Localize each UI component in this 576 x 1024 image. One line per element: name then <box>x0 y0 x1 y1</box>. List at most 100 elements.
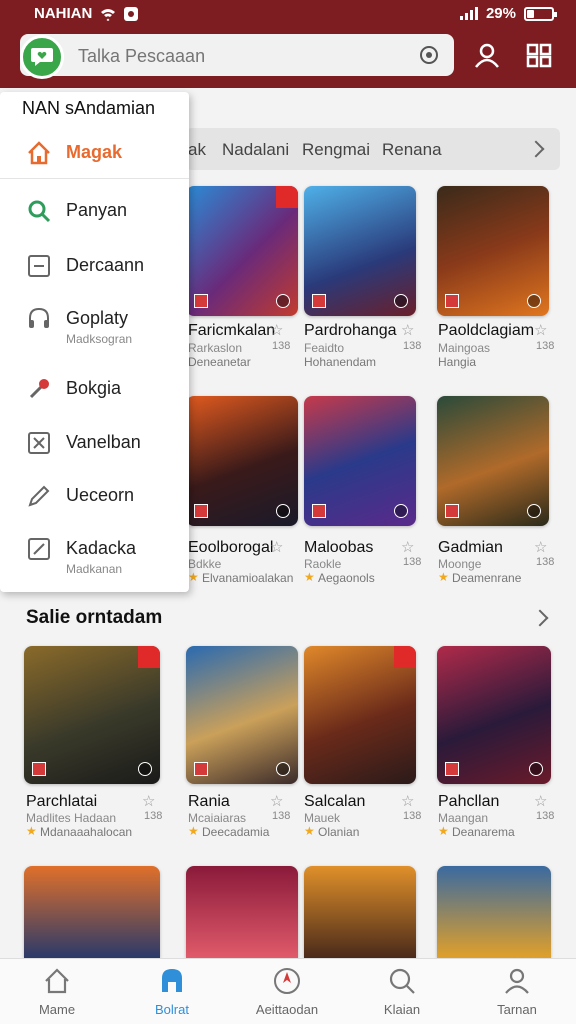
game-subtitle: Rarkaslon <box>188 341 243 355</box>
game-card-10[interactable] <box>437 646 551 784</box>
game-title[interactable]: Maloobas <box>304 539 373 557</box>
wifi-icon <box>101 8 116 21</box>
rating-star-icon: ★ <box>304 570 315 584</box>
drawer-item-vanelban[interactable]: Vanelban <box>22 430 182 476</box>
star-icon[interactable]: ☆ <box>534 538 547 556</box>
nav-tarnan[interactable]: Tarnan <box>462 966 572 1017</box>
game-subtitle: Moonge <box>438 557 482 571</box>
headset-icon <box>29 307 49 328</box>
tab-4[interactable]: Renana <box>382 140 442 160</box>
drawer-item-label: Ueceorn <box>66 485 135 505</box>
game-title[interactable]: Pardrohanga <box>304 322 397 340</box>
star-icon[interactable]: ☆ <box>142 792 155 810</box>
game-meta: Elvanamioalakan <box>202 571 294 585</box>
status-left-text: NAHIAN <box>34 5 93 22</box>
game-count: 138 <box>144 810 163 822</box>
section-chevron-right-icon[interactable] <box>531 609 549 627</box>
tab-3[interactable]: Rengmai <box>302 140 370 160</box>
game-card-13[interactable] <box>304 866 416 958</box>
game-meta: Aegaonols <box>318 571 375 585</box>
drawer-item-sub: Madkanan <box>66 562 123 576</box>
nav-klaian[interactable]: Klaian <box>347 966 457 1017</box>
game-title[interactable]: Faricmkalan <box>188 322 275 340</box>
game-card-2[interactable] <box>304 186 416 316</box>
home-icon <box>45 968 69 994</box>
pin-icon <box>29 379 49 399</box>
drawer-header: NAN sAndamian <box>22 98 156 118</box>
game-count: 138 <box>536 810 555 822</box>
game-card-14[interactable] <box>437 866 551 958</box>
edit-box-icon <box>28 538 50 560</box>
game-count: 138 <box>403 810 422 822</box>
game-meta: Deecadamia <box>202 825 270 839</box>
game-title[interactable]: Eoolborogal <box>188 539 273 557</box>
tab-1[interactable]: ak <box>188 140 206 160</box>
star-icon[interactable]: ☆ <box>534 792 547 810</box>
star-icon[interactable]: ☆ <box>270 321 283 339</box>
game-title[interactable]: Gadmian <box>438 539 503 557</box>
game-card-9[interactable] <box>304 646 416 784</box>
drawer-item-label: Bokgia <box>66 378 122 398</box>
rating-star-icon: ★ <box>26 824 37 838</box>
star-icon[interactable]: ☆ <box>401 538 414 556</box>
game-card-8[interactable] <box>186 646 298 784</box>
game-subtitle: Maingoas <box>438 341 491 355</box>
game-card-7[interactable] <box>24 646 160 784</box>
game-card-12[interactable] <box>186 866 298 958</box>
game-count: 138 <box>536 556 555 568</box>
app-logo[interactable] <box>20 35 64 79</box>
game-card-6[interactable] <box>437 396 549 526</box>
game-card-4[interactable] <box>186 396 298 526</box>
drawer-item-goplaty[interactable]: Goplaty Madksogran <box>22 306 182 352</box>
profile-icon[interactable] <box>474 42 500 68</box>
game-meta: Hohanendam <box>304 355 377 369</box>
game-count: 138 <box>403 340 422 352</box>
drawer-item-ueceorn[interactable]: Ueceorn <box>22 483 182 529</box>
game-meta: Olanian <box>318 825 360 839</box>
window-icon <box>28 255 50 277</box>
game-card-5[interactable] <box>304 396 416 526</box>
chat-heart-icon <box>31 48 53 66</box>
drawer-item-panyan[interactable]: Panyan <box>22 198 182 244</box>
star-icon[interactable]: ☆ <box>270 538 283 556</box>
game-card-3[interactable] <box>437 186 549 316</box>
star-icon[interactable]: ☆ <box>270 792 283 810</box>
drawer-item-label: Goplaty <box>66 308 129 328</box>
game-count: 138 <box>403 556 422 568</box>
game-count: 138 <box>272 340 291 352</box>
game-title[interactable]: Salcalan <box>304 793 365 811</box>
star-icon[interactable]: ☆ <box>401 792 414 810</box>
drawer-item-magak[interactable]: Magak <box>22 140 182 186</box>
rating-star-icon: ★ <box>188 570 199 584</box>
tab-2[interactable]: Nadalani <box>222 140 289 160</box>
game-title[interactable]: Paoldclagiam <box>438 322 534 340</box>
nav-label: Klaian <box>383 1002 421 1017</box>
game-meta: Deamenrane <box>452 571 522 585</box>
search-clear-icon[interactable] <box>420 46 438 64</box>
game-title[interactable]: Parchlatai <box>26 793 97 811</box>
nav-label: Bolrat <box>155 1002 189 1017</box>
nav-label: Aeittaodan <box>255 1002 319 1017</box>
rating-star-icon: ★ <box>438 570 449 584</box>
game-meta: Deanarema <box>452 825 515 839</box>
grid-menu-icon[interactable] <box>526 42 552 68</box>
signal-icon <box>459 7 478 20</box>
game-card-11[interactable] <box>24 866 160 958</box>
game-title[interactable]: Pahcllan <box>438 793 499 811</box>
star-icon[interactable]: ☆ <box>534 321 547 339</box>
search-input[interactable] <box>78 46 408 67</box>
game-meta: Mdanaaahalocan <box>40 825 133 839</box>
star-icon[interactable]: ☆ <box>401 321 414 339</box>
drawer-item-dercaann[interactable]: Dercaann <box>22 253 182 299</box>
drawer-item-label: Magak <box>66 142 123 162</box>
drawer-item-bokgia[interactable]: Bokgia <box>22 376 182 422</box>
nav-aeittaodan[interactable]: Aeittaodan <box>232 966 342 1017</box>
nav-home[interactable]: Mame <box>2 966 112 1017</box>
game-card-1[interactable] <box>186 186 298 316</box>
game-title[interactable]: Rania <box>188 793 230 811</box>
drawer-item-label: Vanelban <box>66 432 141 452</box>
drawer-item-kadacka[interactable]: Kadacka Madkanan <box>22 536 182 582</box>
drawer-item-label: Panyan <box>66 200 128 220</box>
nav-bolrat[interactable]: Bolrat <box>117 966 227 1017</box>
game-subtitle: Mauek <box>304 811 341 825</box>
